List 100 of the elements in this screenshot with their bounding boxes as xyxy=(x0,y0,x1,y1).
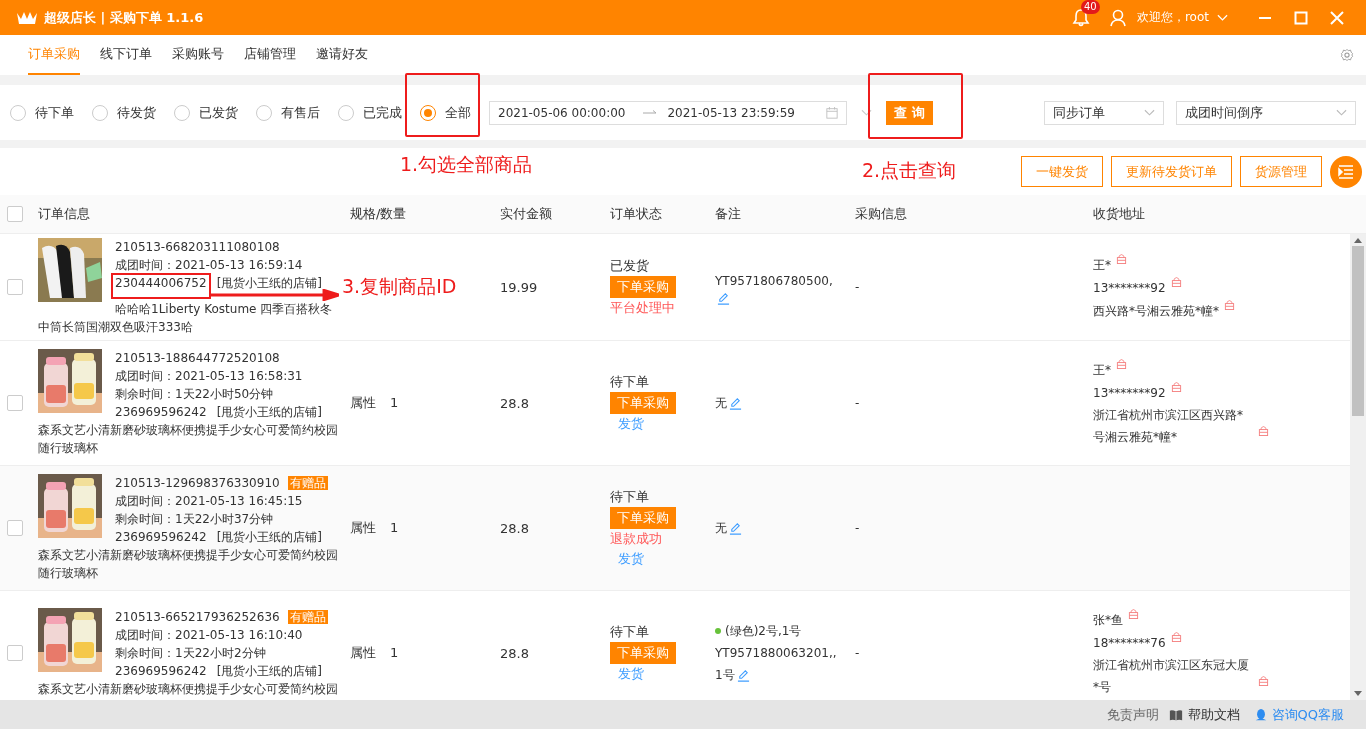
column-header: 备注 xyxy=(715,205,742,223)
nav-tab[interactable]: 邀请好友 xyxy=(316,35,368,75)
purchase-button[interactable]: 下单采购 xyxy=(610,507,676,529)
group-time: 成团时间：2021-05-13 16:59:14 xyxy=(115,258,303,272)
column-header: 订单信息 xyxy=(37,205,91,223)
annotation-text: 3.复制商品ID xyxy=(342,274,457,299)
purchase-info: - xyxy=(855,280,860,294)
address-text: 浙江省杭州市滨江区东冠大厦*号 xyxy=(1093,657,1250,696)
product-title: 森系文艺小清新磨砂玻璃杯便携提手少女心可爱简约校园 xyxy=(38,681,339,698)
order-status: 待下单 xyxy=(610,488,649,506)
caret-down-icon[interactable] xyxy=(1354,691,1362,696)
edit-icon[interactable] xyxy=(729,521,742,535)
purchase-info: - xyxy=(855,646,860,660)
disclaimer-link[interactable]: 免责声明 xyxy=(1106,705,1159,724)
annotation-text: 2.点击查询 xyxy=(862,158,957,183)
column-header: 订单状态 xyxy=(610,205,663,223)
order-number: 210513-665217936252636 xyxy=(115,610,280,624)
settings-icon[interactable] xyxy=(1340,48,1354,62)
lock-icon[interactable] xyxy=(1128,608,1139,619)
row-checkbox[interactable] xyxy=(7,645,23,661)
amount: 28.8 xyxy=(500,645,529,661)
lock-icon[interactable] xyxy=(1170,381,1182,392)
menu-button[interactable] xyxy=(1330,155,1362,188)
address-text: 王* xyxy=(1093,362,1111,379)
nav-tab[interactable]: 线下订单 xyxy=(100,35,152,75)
user-icon[interactable] xyxy=(1108,7,1129,28)
lock-icon[interactable] xyxy=(1116,252,1127,264)
edit-icon[interactable] xyxy=(729,396,742,410)
help-docs-link[interactable]: 帮助文档 xyxy=(1187,705,1240,724)
edit-icon[interactable] xyxy=(736,668,750,682)
gift-tag: 有赠品 xyxy=(287,476,328,490)
filter-radio[interactable]: 待下单 xyxy=(10,103,74,122)
action-button[interactable]: 更新待发货订单 xyxy=(1111,156,1232,187)
address-text: 西兴路*号湘云雅苑*幢* xyxy=(1093,302,1219,320)
product-id: 236969596242 xyxy=(115,530,207,544)
amount: 28.8 xyxy=(500,395,529,411)
sync-select[interactable]: 同步订单 xyxy=(1044,100,1164,125)
spec-text: 属性 xyxy=(350,645,376,660)
crown-icon xyxy=(16,10,38,25)
lock-icon[interactable] xyxy=(1170,631,1182,642)
sort-select[interactable]: 成团时间倒序 xyxy=(1176,100,1356,125)
nav-tab[interactable]: 采购账号 xyxy=(172,35,224,75)
close-icon[interactable] xyxy=(1330,10,1344,25)
ship-link[interactable]: 发货 xyxy=(618,414,644,434)
lock-icon[interactable] xyxy=(1170,275,1182,287)
query-button[interactable]: 查 询 xyxy=(886,100,933,125)
chevron-down-icon[interactable] xyxy=(861,108,872,117)
nav-tab[interactable]: 店铺管理 xyxy=(244,35,296,75)
nav-tab[interactable]: 订单采购 xyxy=(28,35,80,75)
status-note: 平台处理中 xyxy=(610,299,675,317)
group-time: 成团时间：2021-05-13 16:10:40 xyxy=(115,628,303,642)
address-text: 13*******92 xyxy=(1093,385,1166,402)
purchase-button[interactable]: 下单采购 xyxy=(610,276,676,298)
filter-radio[interactable]: 待发货 xyxy=(92,103,156,122)
status-note: 退款成功 xyxy=(610,530,662,548)
column-header: 收货地址 xyxy=(1093,205,1146,223)
calendar-icon[interactable] xyxy=(826,106,838,119)
purchase-info: - xyxy=(855,396,860,410)
ship-link[interactable]: 发货 xyxy=(618,549,644,569)
filter-radio[interactable]: 已完成 xyxy=(338,103,402,122)
action-button[interactable]: 一键发货 xyxy=(1021,156,1103,187)
product-id: 230444006752 xyxy=(115,276,207,290)
maximize-icon[interactable] xyxy=(1294,10,1308,25)
app-title: 超级店长 | 采购下单 1.1.6 xyxy=(44,8,204,27)
book-icon xyxy=(1168,707,1183,722)
lock-icon[interactable] xyxy=(1258,675,1269,686)
filter-radio[interactable]: 全部 xyxy=(420,103,471,122)
column-header: 规格/数量 xyxy=(350,205,408,223)
date-range-field[interactable]: 2021-05-06 00:00:00 2021-05-13 23:59:59 xyxy=(489,100,847,125)
purchase-button[interactable]: 下单采购 xyxy=(610,392,676,414)
support-link[interactable]: 咨询QQ客服 xyxy=(1271,705,1344,724)
column-header: 实付金额 xyxy=(500,205,553,223)
group-time: 成团时间：2021-05-13 16:45:15 xyxy=(115,494,303,508)
row-checkbox[interactable] xyxy=(7,279,23,295)
order-status: 已发货 xyxy=(610,257,649,275)
spec-text: 属性 xyxy=(350,520,376,535)
action-button[interactable]: 货源管理 xyxy=(1240,156,1322,187)
order-number: 210513-188644772520108 xyxy=(115,351,280,365)
filter-radio[interactable]: 有售后 xyxy=(256,103,320,122)
quantity: 1 xyxy=(390,520,399,535)
lock-icon[interactable] xyxy=(1116,358,1127,369)
shop-name: [甩货小王纸的店铺] xyxy=(216,276,322,290)
caret-up-icon[interactable] xyxy=(1354,238,1362,243)
ship-link[interactable]: 发货 xyxy=(618,664,644,684)
edit-icon[interactable] xyxy=(717,291,730,305)
scrollbar[interactable] xyxy=(1350,234,1366,700)
lock-icon[interactable] xyxy=(1258,425,1269,436)
order-number: 210513-129698376330910 xyxy=(115,476,280,490)
amount: 28.8 xyxy=(500,520,529,536)
shop-name: [甩货小王纸的店铺] xyxy=(216,664,322,678)
purchase-button[interactable]: 下单采购 xyxy=(610,642,676,664)
shop-name: [甩货小王纸的店铺] xyxy=(216,530,322,544)
select-all-checkbox[interactable] xyxy=(7,206,23,222)
user-greeting[interactable]: 欢迎您，root xyxy=(1136,9,1209,26)
row-checkbox[interactable] xyxy=(7,395,23,411)
lock-icon[interactable] xyxy=(1224,298,1235,310)
filter-radio[interactable]: 已发货 xyxy=(174,103,238,122)
remark-text: YT9571880063201,, xyxy=(715,645,837,662)
row-checkbox[interactable] xyxy=(7,520,23,536)
arrow-right-icon xyxy=(643,109,658,116)
